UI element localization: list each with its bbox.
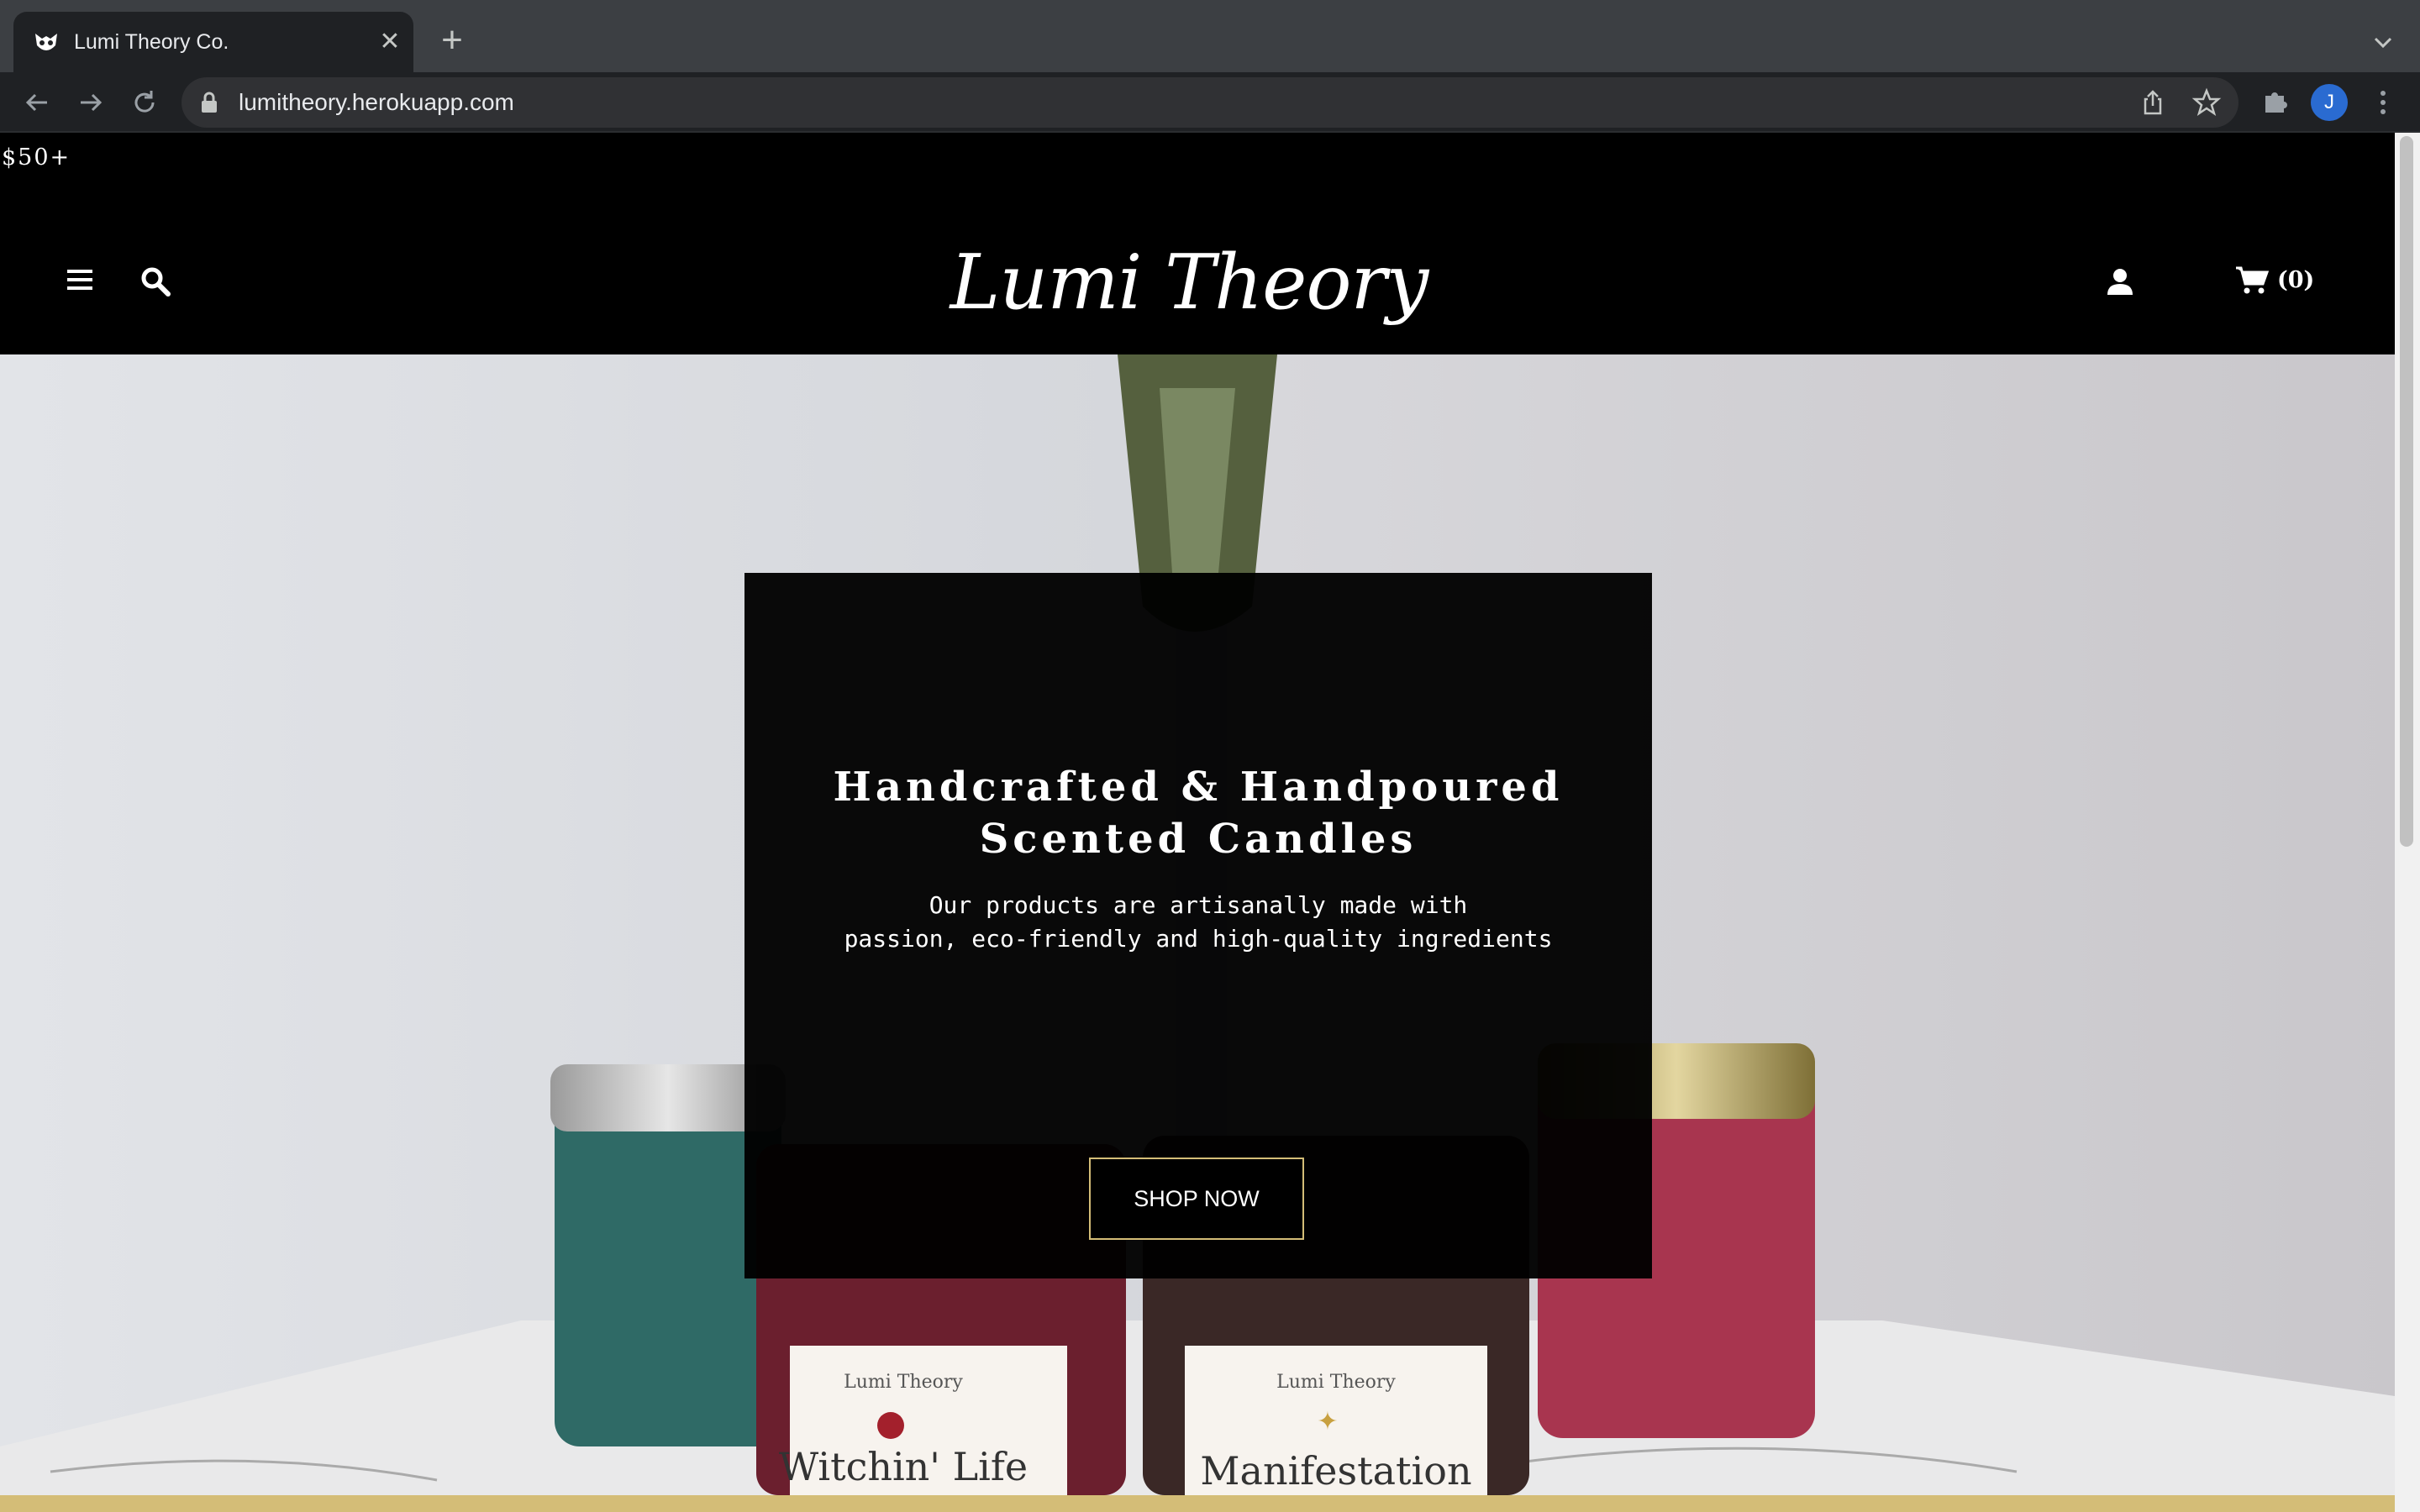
hero-subtitle: Our products are artisanally made with p…: [795, 889, 1602, 956]
address-bar[interactable]: lumitheory.herokuapp.com: [182, 77, 2238, 128]
bookmark-star-icon[interactable]: [2191, 87, 2222, 118]
scrollbar-thumb[interactable]: [2400, 136, 2413, 847]
promo-banner-text: $50+: [2, 144, 71, 171]
hero-subtitle-line1: Our products are artisanally made with: [929, 891, 1468, 919]
hamburger-menu-icon[interactable]: [66, 267, 94, 292]
hero-subtitle-line2: passion, eco-friendly and high-quality i…: [844, 925, 1553, 953]
site-logo[interactable]: Lumi Theory Co.: [924, 228, 1454, 436]
candle-right-brand: Lumi Theory: [1276, 1372, 1396, 1393]
tab-title: Lumi Theory Co.: [74, 30, 229, 54]
candle-right-name: Manifestation: [1200, 1448, 1471, 1494]
browser-toolbar: lumitheory.herokuapp.com J: [0, 72, 2420, 133]
hero-card: Handcrafted & Handpoured Scented Candles…: [744, 573, 1652, 1278]
back-arrow-icon[interactable]: [18, 84, 55, 121]
url-text: lumitheory.herokuapp.com: [239, 89, 514, 115]
hero-title-line1: Handcrafted & Handpoured: [833, 764, 1564, 811]
extensions-puzzle-icon[interactable]: [2257, 84, 2294, 121]
hero-title-line2: Scented Candles: [979, 816, 1418, 863]
candle-left-brand: Lumi Theory: [844, 1372, 963, 1393]
search-icon[interactable]: [139, 265, 171, 297]
tab-close-icon[interactable]: ✕: [375, 27, 405, 57]
browser-menu-icon[interactable]: [2365, 84, 2402, 121]
shopping-cart-icon: [2236, 266, 2269, 294]
shop-now-button[interactable]: SHOP NOW: [1089, 1158, 1304, 1240]
browser-tab[interactable]: Lumi Theory Co. ✕: [13, 12, 413, 72]
forward-arrow-icon[interactable]: [72, 84, 109, 121]
logo-text: Lumi Theory Co.: [950, 239, 1429, 436]
page-viewport: $50+ Lumi Theory Co. (0): [0, 133, 2395, 1512]
profile-avatar[interactable]: J: [2311, 84, 2348, 121]
lock-icon: [202, 92, 217, 113]
account-user-icon[interactable]: [2106, 267, 2134, 296]
new-tab-icon[interactable]: +: [435, 22, 469, 59]
owl-favicon-icon: [35, 34, 57, 50]
hero-title: Handcrafted & Handpoured Scented Candles: [744, 761, 1652, 865]
reload-icon[interactable]: [126, 84, 163, 121]
tab-search-chevron-icon[interactable]: [2365, 24, 2402, 60]
section-divider-strip: [0, 1495, 2395, 1512]
candle-left-name: Witchin' Life: [779, 1444, 1028, 1489]
share-icon[interactable]: [2138, 87, 2168, 118]
cart-count: (0): [2277, 267, 2315, 293]
browser-tabstrip: Lumi Theory Co. ✕ +: [0, 0, 2420, 72]
sparkle-icon: ✦: [1317, 1407, 1338, 1436]
